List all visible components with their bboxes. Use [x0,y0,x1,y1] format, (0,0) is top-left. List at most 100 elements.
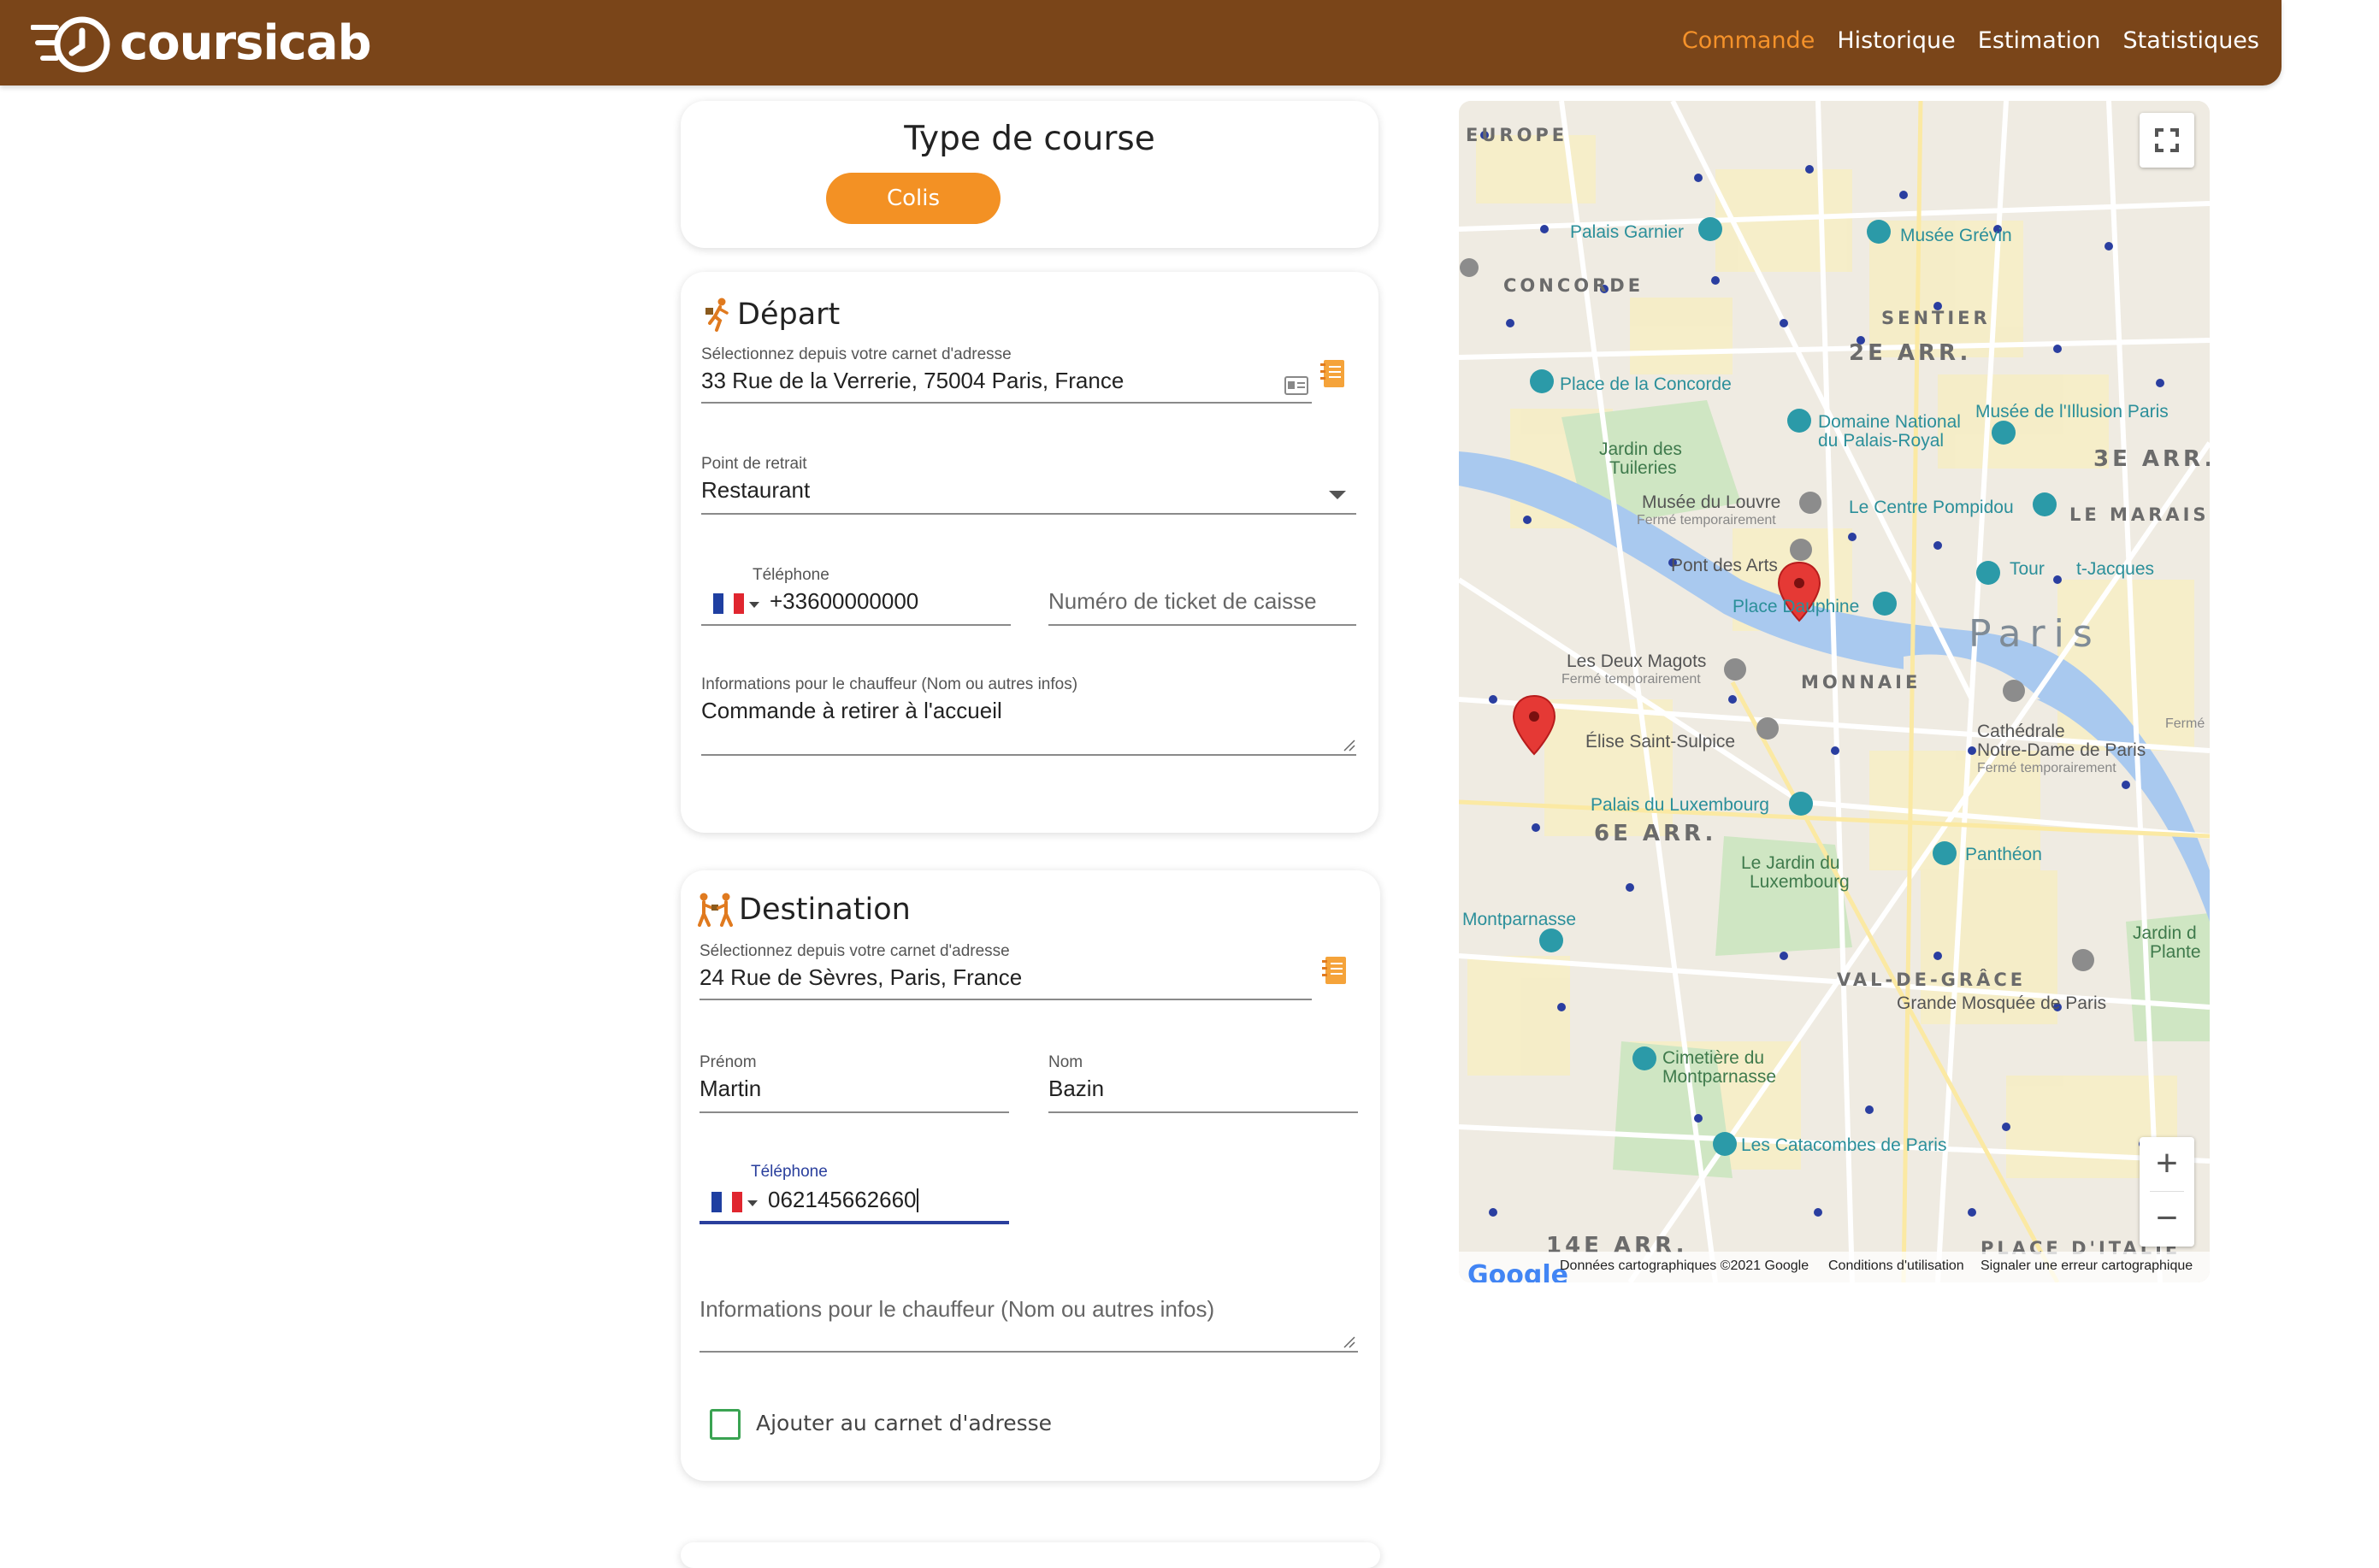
map-label-musee-louvre: Musée du Louvre [1642,492,1781,512]
map-label-palais-garnier: Palais Garnier [1570,222,1685,242]
resize-handle-icon[interactable] [1343,739,1356,752]
departure-phone-label: Téléphone [753,566,829,584]
main-nav: Commande Historique Estimation Statistiq… [1682,0,2259,80]
lastname-label: Nom [1048,1053,1083,1071]
firstname-input[interactable]: Martin [700,1076,761,1102]
nav-commande[interactable]: Commande [1682,27,1815,54]
departure-address-input[interactable]: 33 Rue de la Verrerie, 75004 Paris, Fran… [701,368,1124,394]
lastname-underline [1048,1111,1358,1113]
nav-historique[interactable]: Historique [1837,27,1955,54]
map-label-monnaie: MONNAIE [1801,672,1922,693]
map-label-arr6: 6E ARR. [1594,821,1717,846]
country-caret-icon[interactable] [749,602,759,608]
save-address-checkbox[interactable] [710,1409,741,1440]
departure-phone-underline [701,624,1011,626]
departure-info-textarea[interactable]: Commande à retirer à l'accueil [701,698,1002,724]
zoom-in-button[interactable]: + [2140,1137,2194,1192]
map-label-catacombes: Les Catacombes de Paris [1741,1135,1947,1155]
map-report-link[interactable]: Signaler une erreur cartographique [1981,1259,2193,1274]
firstname-underline [700,1111,1009,1113]
map-label-place-concorde: Place de la Concorde [1560,374,1732,394]
destination-info-textarea[interactable]: Informations pour le chauffeur (Nom ou a… [700,1296,1214,1323]
firstname-label: Prénom [700,1053,757,1071]
map-data-credit: Données cartographiques ©2021 Google [1560,1259,1809,1273]
map-label-notre-dame-ferme: Fermé temporairement [1977,761,2116,775]
departure-info-underline [701,754,1356,756]
map-label-pont-arts: Pont des Arts [1671,556,1778,575]
pickup-point-underline [701,513,1356,515]
address-book-icon[interactable] [1322,956,1348,985]
id-card-icon[interactable] [1284,376,1308,395]
zoom-out-button[interactable]: − [2140,1192,2194,1247]
course-type-card: Type de course Colis [681,101,1378,248]
map-label-grande-mosquee: Grande Mosquée de Paris [1897,993,2107,1013]
fullscreen-icon [2155,128,2179,152]
ticket-number-input[interactable]: Numéro de ticket de caisse [1048,588,1317,615]
map-label-paris: Paris [1969,612,2101,656]
map-label-cimetiere-2: Montparnasse [1662,1067,1777,1087]
destination-address-input[interactable]: 24 Rue de Sèvres, Paris, France [700,964,1022,991]
map-label-place-dauphine: Place Dauphine [1733,597,1860,616]
brand-logo[interactable]: coursicab [31,9,372,77]
destination-card: Destination Sélectionnez depuis votre ca… [681,870,1380,1481]
map-label-concorde: CONCORDE [1503,275,1644,296]
departure-card: Départ Sélectionnez depuis votre carnet … [681,272,1378,833]
departure-info-label: Informations pour le chauffeur (Nom ou a… [701,675,1078,693]
map-label-notre-dame-1: Cathédrale [1977,722,2065,741]
nav-estimation[interactable]: Estimation [1978,27,2101,54]
destination-address-label: Sélectionnez depuis votre carnet d'adres… [700,942,1010,960]
map-label-jardin-tuileries-1: Jardin des [1599,439,1682,459]
save-address-label[interactable]: Ajouter au carnet d'adresse [756,1411,1052,1435]
departure-phone-input[interactable]: +33600000000 [770,588,918,615]
destination-title: Destination [739,893,911,927]
zoom-control: + − [2140,1137,2194,1247]
departure-title: Départ [737,298,841,332]
route-map[interactable]: EUROPE CONCORDE SENTIER 2E ARR. 3E ARR. … [1459,101,2210,1282]
map-label-montparnasse: Montparnasse [1462,910,1577,929]
course-type-title: Type de course [904,120,1155,158]
pickup-point-select[interactable]: Restaurant [701,477,810,504]
fullscreen-button[interactable] [2140,113,2194,168]
map-label-europe: EUROPE [1466,125,1568,145]
map-label-jardin-plantes-2: Plante [2150,942,2201,962]
map-label-palais-luxembourg: Palais du Luxembourg [1591,795,1769,815]
country-caret-icon[interactable] [747,1200,758,1206]
top-navbar: coursicab Commande Historique Estimation… [0,0,2282,85]
lastname-input[interactable]: Bazin [1048,1076,1104,1102]
departure-address-label: Sélectionnez depuis votre carnet d'adres… [701,345,1012,363]
nav-statistiques[interactable]: Statistiques [2123,27,2259,54]
map-label-musee-grevin: Musée Grévin [1900,226,2012,245]
departure-title-row: Départ [705,298,840,332]
map-label-jardin-plantes-1: Jardin d [2133,923,2197,943]
map-label-deux-magots: Les Deux Magots [1567,651,1707,671]
map-footer: Google Données cartographiques ©2021 Goo… [1459,1252,2210,1282]
france-flag-icon[interactable] [711,1192,742,1212]
logo-clock-icon [31,16,110,73]
destination-phone-input[interactable]: 062145662660 [768,1187,917,1213]
france-flag-icon[interactable] [713,593,744,614]
destination-title-row: Destination [696,893,911,927]
colis-button[interactable]: Colis [826,173,1001,224]
map-label-tour: Tour [2010,559,2045,579]
map-label-arr2: 2E ARR. [1849,340,1972,366]
map-label-cimetiere-1: Cimetière du [1662,1048,1765,1068]
handoff-icon [698,893,733,927]
map-terms-link[interactable]: Conditions d'utilisation [1828,1259,1964,1274]
map-label-palais-royal: du Palais-Royal [1818,431,1945,451]
map-label-arr3: 3E ARR. [2093,446,2210,472]
resize-handle-icon[interactable] [1343,1335,1356,1349]
dropdown-arrow-icon[interactable] [1329,491,1346,499]
map-label-valdegrace: VAL-DE-GRÂCE [1837,970,2027,990]
pickup-point-label: Point de retrait [701,455,807,473]
brand-name: coursicab [120,15,372,71]
runner-icon [705,298,729,332]
destination-info-underline [700,1351,1358,1353]
map-label-saint-sulpice-2: lise Saint-Sulpice [1597,732,1736,752]
destination-phone-label: Téléphone [751,1163,828,1181]
address-book-icon[interactable] [1320,359,1346,388]
map-label-centre-pompidou: Le Centre Pompidou [1849,498,2014,517]
map-label-musee-illusion: Musée de l'Illusion Paris [1975,402,2169,421]
ticket-number-underline [1048,624,1356,626]
map-label-saint-sulpice: Élise Saint-Sulpice [1585,732,1735,752]
map-label-louvre-ferme: Fermé temporairement [1637,513,1776,528]
